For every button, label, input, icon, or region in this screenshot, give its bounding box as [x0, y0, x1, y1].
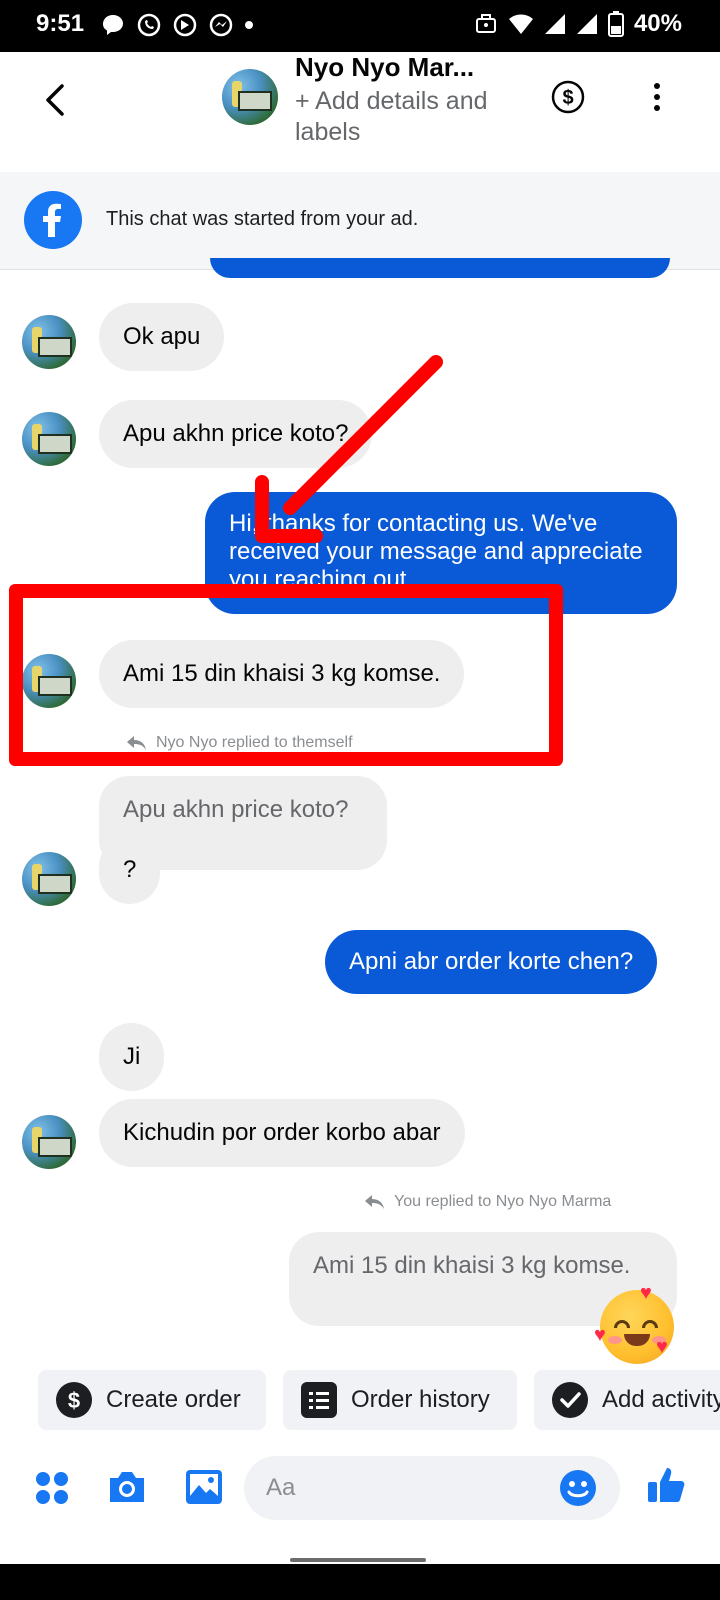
add-activity-button[interactable]: Add activity [534, 1370, 720, 1430]
chat-header: Nyo Nyo Mar... + Add details and labels … [0, 52, 720, 170]
check-icon [552, 1382, 588, 1418]
sender-avatar[interactable] [22, 315, 76, 369]
more-icon[interactable] [652, 82, 662, 112]
battery-level: 40% [633, 10, 682, 37]
status-time: 9:51 [36, 10, 85, 37]
like-icon[interactable] [646, 1464, 688, 1506]
status-right: 40% [474, 10, 682, 38]
reply-label-text: You replied to Nyo Nyo Marma [394, 1193, 612, 1210]
svg-text:$: $ [562, 87, 573, 109]
chat-notification-icon [103, 15, 123, 35]
message-composer [0, 1448, 720, 1528]
camera-icon[interactable] [106, 1468, 148, 1506]
message-input-container[interactable] [244, 1456, 620, 1520]
gallery-icon[interactable] [184, 1468, 224, 1506]
incoming-message[interactable]: Kichudin por order korbo abar [99, 1099, 465, 1167]
status-bar: 9:51 40% [0, 0, 720, 52]
sender-avatar[interactable] [22, 1115, 76, 1169]
dollar-icon[interactable]: $ [551, 80, 585, 114]
app-notification-icon [173, 13, 197, 37]
signal-icon [544, 14, 565, 34]
ad-origin-banner: This chat was started from your ad. [0, 172, 720, 270]
incoming-message[interactable]: Ok apu [99, 303, 225, 371]
wifi-icon [508, 14, 533, 34]
create-order-button[interactable]: $ Create order [38, 1370, 266, 1430]
contact-name[interactable]: Nyo Nyo Mar... [295, 52, 474, 83]
incoming-message[interactable]: Apu akhn price koto? [99, 400, 373, 468]
add-activity-label: Add activity [602, 1386, 720, 1413]
reply-icon [365, 1195, 384, 1209]
battery-icon [607, 11, 624, 37]
back-icon[interactable] [38, 78, 74, 122]
work-profile-icon [475, 14, 496, 33]
sender-avatar[interactable] [22, 412, 76, 466]
create-order-label: Create order [106, 1386, 241, 1413]
highlight-box [9, 584, 563, 766]
dollar-icon: $ [56, 1382, 92, 1418]
previous-outgoing-bubble [210, 258, 670, 278]
add-details-link[interactable]: + Add details and labels [295, 86, 515, 148]
smiling-hearts-emoji-icon: ♥ ♥ ♥ [594, 1282, 674, 1364]
whatsapp-icon [137, 13, 161, 37]
messenger-notification-icon [209, 13, 233, 37]
svg-text:$: $ [68, 1388, 80, 1413]
incoming-message[interactable]: ? [99, 836, 161, 904]
incoming-message[interactable]: Ji [99, 1023, 165, 1091]
reply-label: You replied to Nyo Nyo Marma [364, 1193, 611, 1211]
outgoing-message[interactable]: Apni abr order korte chen? [325, 930, 658, 994]
message-input[interactable] [266, 1472, 546, 1504]
dot-icon [245, 21, 253, 29]
emoji-icon[interactable] [558, 1468, 598, 1508]
home-gesture-pill[interactable] [290, 1558, 426, 1562]
order-history-button[interactable]: Order history [283, 1370, 517, 1430]
order-history-icon [301, 1382, 337, 1418]
sender-avatar[interactable] [22, 852, 76, 906]
notification-icons [100, 12, 254, 38]
system-nav-bar [0, 1564, 720, 1600]
signal-2-icon [576, 14, 597, 34]
ad-banner-text: This chat was started from your ad. [106, 208, 419, 230]
order-history-label: Order history [351, 1386, 490, 1413]
facebook-icon [24, 191, 82, 249]
grid-icon[interactable] [34, 1470, 70, 1506]
contact-avatar[interactable] [222, 69, 278, 125]
